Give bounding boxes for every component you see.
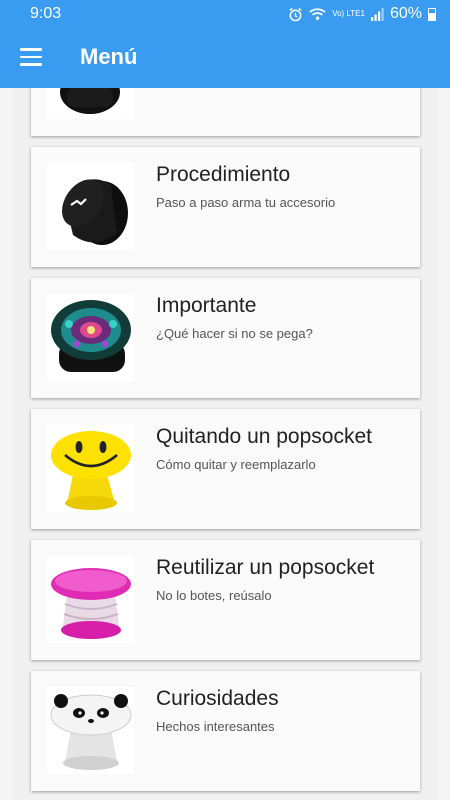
wifi-icon [309,8,326,20]
menu-list[interactable]: Procedimiento Paso a paso arma tu acceso… [0,88,450,800]
status-icons: Vo) LTE1 60% [288,5,436,23]
list-item[interactable] [31,88,420,136]
network-label: Vo) LTE1 [332,9,365,18]
list-item[interactable]: Importante ¿Qué hacer si no se pega? [31,278,420,398]
menu-icon[interactable] [20,48,42,66]
signal-icon [370,7,384,21]
battery-icon [428,7,436,21]
status-bar: 9:03 Vo) LTE1 60% [0,0,450,30]
item-title: Importante [156,294,257,317]
battery-percent: 60% [389,5,422,22]
list-item[interactable]: Curiosidades Hechos interesantes [31,671,420,791]
item-subtitle: No lo botes, reúsalo [156,588,272,603]
black-popsocket-icon [47,163,134,250]
smiley-popsocket-icon [47,425,134,512]
item-title: Curiosidades [156,687,279,710]
item-subtitle: Paso a paso arma tu accesorio [156,195,336,210]
black-popsocket-icon [47,88,134,119]
item-subtitle: Cómo quitar y reemplazarlo [156,457,316,472]
app-bar: 9:03 Vo) LTE1 60% Menú [0,0,450,88]
item-subtitle: Hechos interesantes [156,719,275,734]
mandala-popsocket-icon [47,294,134,381]
alarm-icon [289,7,302,21]
item-title: Procedimiento [156,163,291,186]
list-item[interactable]: Quitando un popsocket Cómo quitar y reem… [31,409,420,529]
status-time: 9:03 [30,5,62,22]
page-title: Menú [80,44,138,69]
pink-popsocket-icon [47,556,134,643]
item-title: Quitando un popsocket [156,425,372,448]
list-item[interactable]: Reutilizar un popsocket No lo botes, reú… [31,540,420,660]
list-item[interactable]: Procedimiento Paso a paso arma tu acceso… [31,147,420,267]
item-subtitle: ¿Qué hacer si no se pega? [156,326,313,341]
panda-popsocket-icon [47,687,134,774]
item-title: Reutilizar un popsocket [156,556,375,579]
